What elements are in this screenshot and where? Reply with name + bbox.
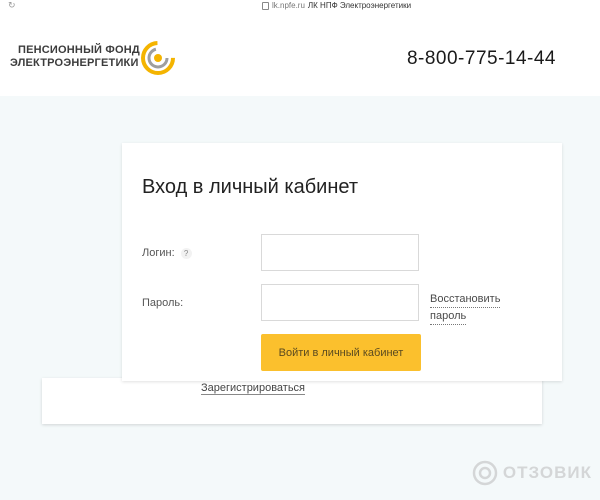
register-link[interactable]: Зарегистрироваться: [201, 382, 306, 395]
npf-logo-icon[interactable]: [140, 40, 176, 76]
password-input[interactable]: [261, 284, 419, 321]
restore-link-line-1: Восстановить: [430, 291, 501, 308]
reload-icon[interactable]: ↻: [8, 0, 16, 11]
login-input[interactable]: [261, 234, 419, 271]
lock-icon: [262, 1, 269, 10]
help-icon[interactable]: ?: [180, 247, 192, 259]
restore-link-line-2: пароль: [430, 308, 467, 325]
password-label: Пароль:: [142, 297, 184, 309]
browser-address-bar: ↻ lk.npfe.ru ЛК НПФ Электроэнергетики: [0, 0, 600, 15]
login-label: Логин:: [142, 247, 175, 259]
site-header: ПЕНСИОННЫЙ ФОНД ЭЛЕКТРОЭНЕРГЕТИКИ 8-800-…: [0, 14, 600, 96]
login-label-row: Логин: ?: [142, 247, 192, 259]
address-field[interactable]: lk.npfe.ru ЛК НПФ Электроэнергетики: [262, 1, 411, 10]
login-submit-button[interactable]: Войти в личный кабинет: [261, 334, 421, 371]
watermark-text: ОТЗОВИК: [502, 463, 592, 482]
login-title: Вход в личный кабинет: [142, 176, 358, 198]
otzovik-watermark: ОТЗОВИК: [472, 460, 592, 486]
phone-number[interactable]: 8-800-775-14-44: [407, 48, 556, 70]
otzovik-logo-icon: [472, 460, 498, 486]
logo-line-2: ЭЛЕКТРОЭНЕРГЕТИКИ: [10, 57, 139, 69]
login-card: Вход в личный кабинет Логин: ? Пароль: В…: [122, 143, 562, 381]
url-text: lk.npfe.ru: [272, 1, 305, 10]
password-label-row: Пароль:: [142, 297, 183, 309]
restore-password-link[interactable]: Восстановить пароль: [430, 291, 501, 325]
logo-line-1: ПЕНСИОННЫЙ ФОНД: [18, 44, 140, 56]
page-title-text: ЛК НПФ Электроэнергетики: [307, 1, 412, 10]
logo-text[interactable]: ПЕНСИОННЫЙ ФОНД ЭЛЕКТРОЭНЕРГЕТИКИ: [10, 44, 140, 70]
